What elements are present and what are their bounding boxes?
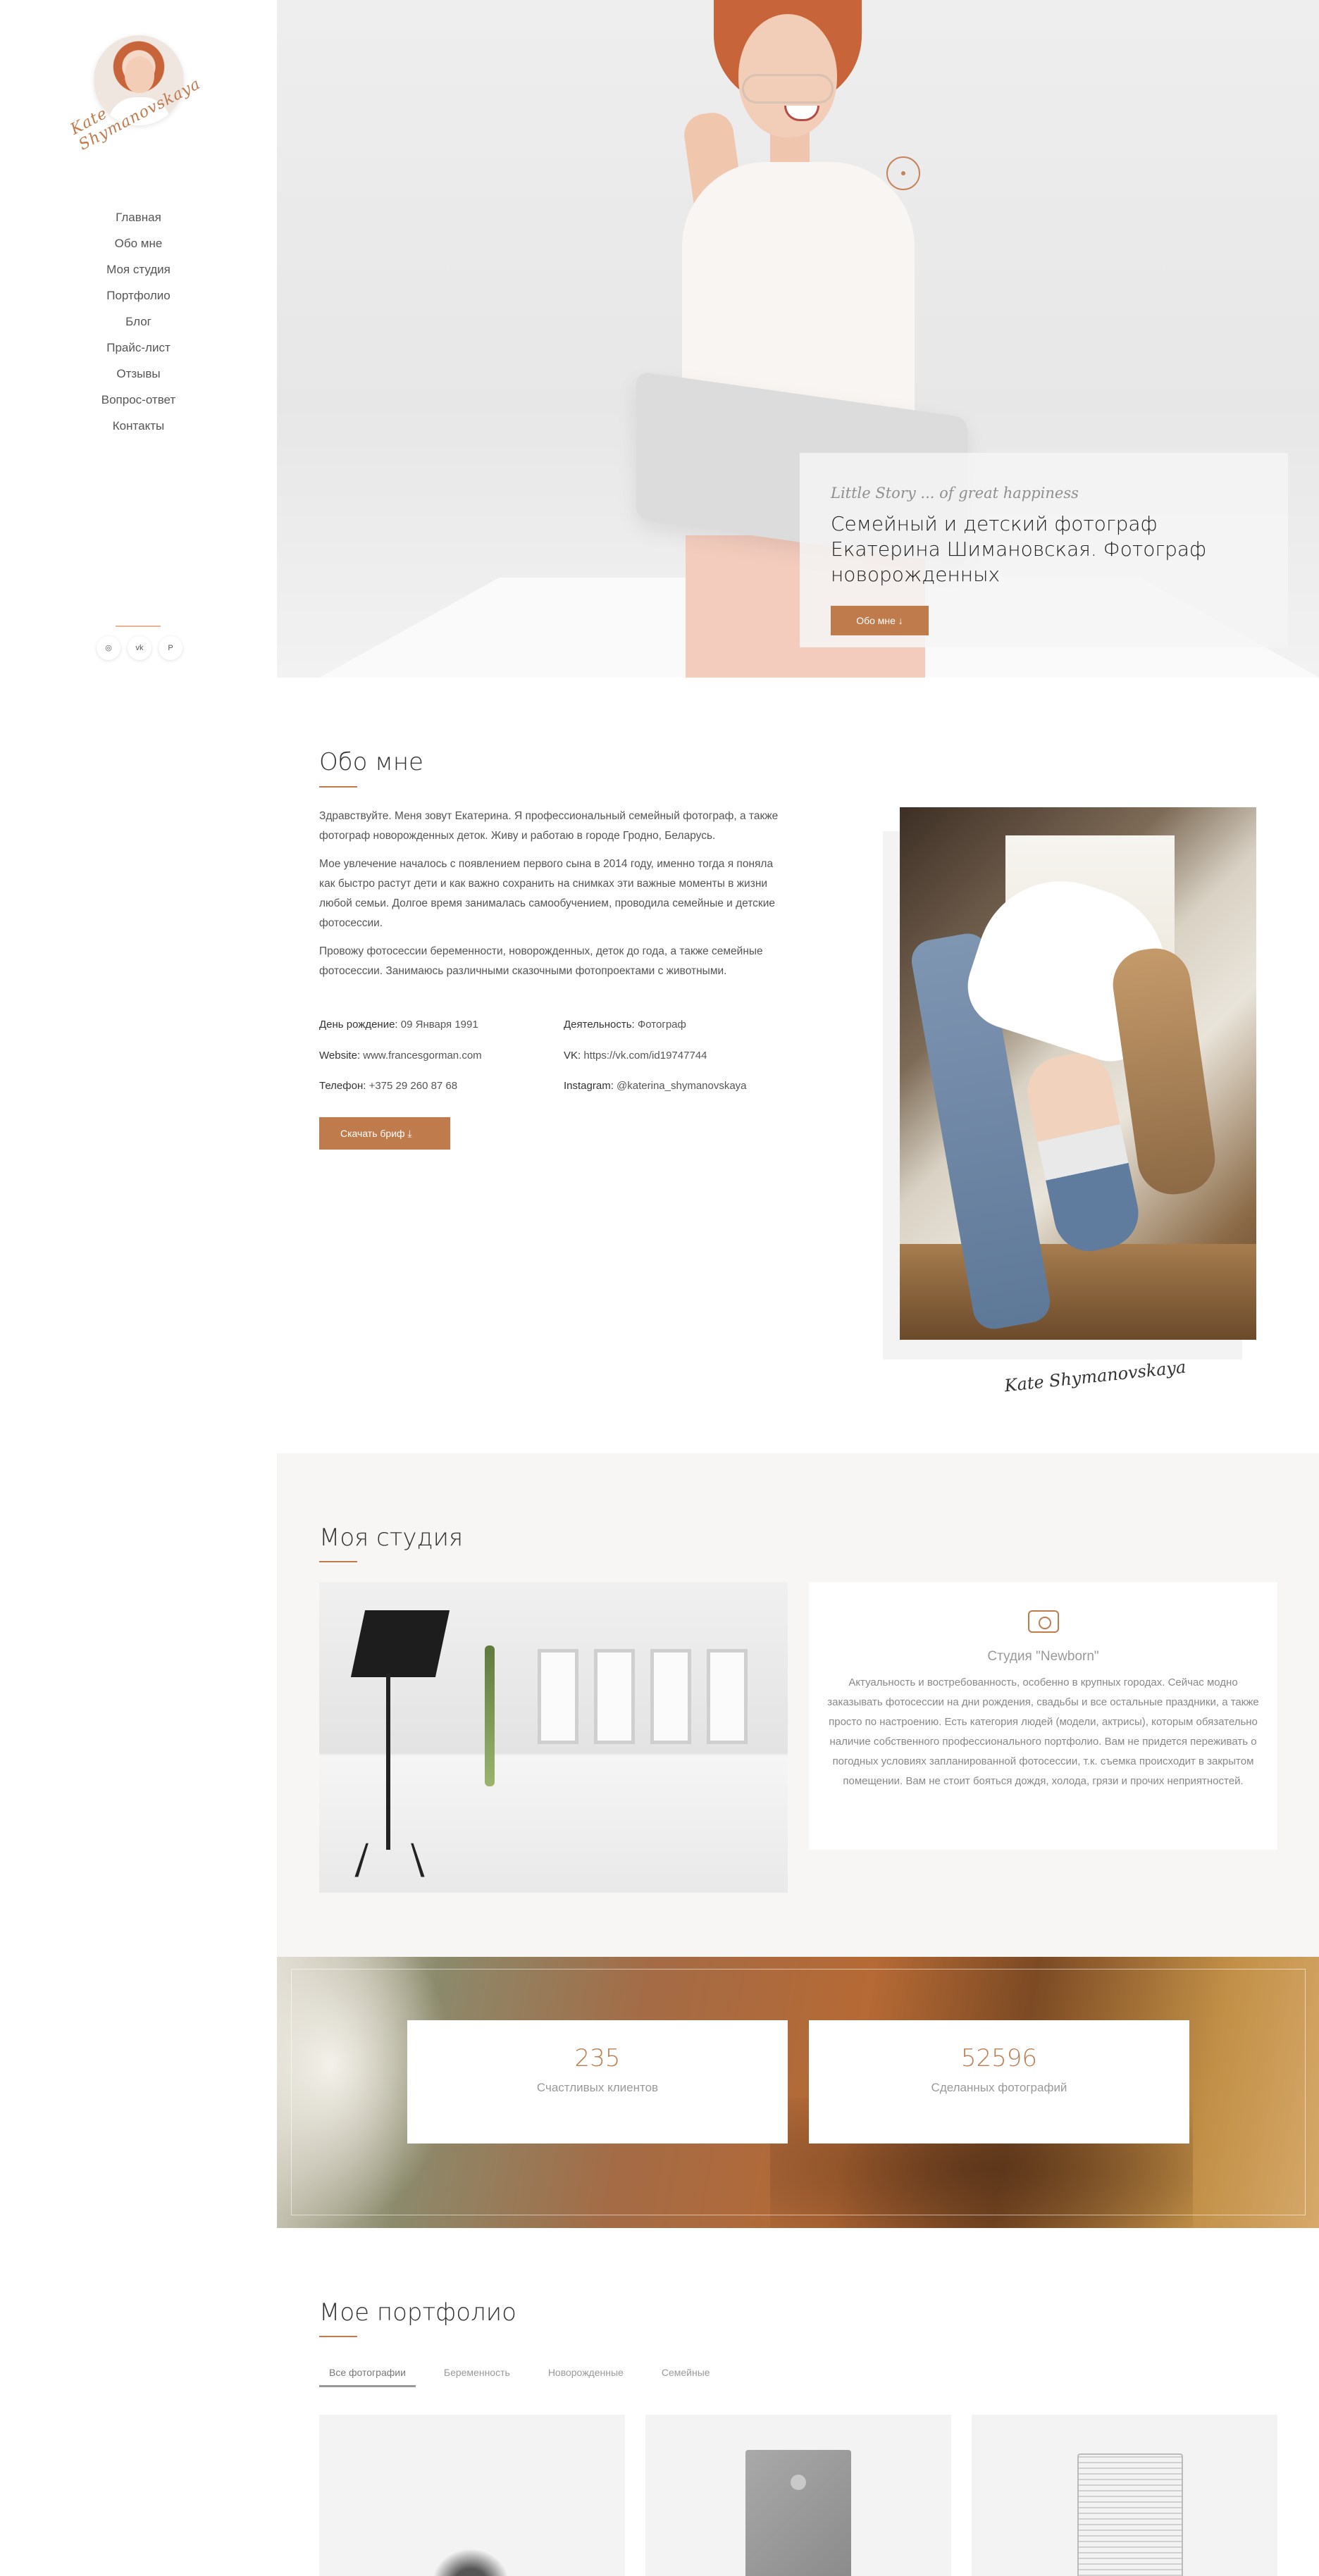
about-photo-floor: [900, 1244, 1256, 1340]
portfolio-item[interactable]: [972, 2415, 1277, 2576]
about-text: Здравствуйте. Меня зовут Екатерина. Я пр…: [319, 807, 784, 990]
about-signature: Kate Shymanovskaya: [1003, 1357, 1187, 1396]
studio-section-title: Моя студия: [319, 1524, 464, 1552]
portfolio-item[interactable]: [319, 2415, 625, 2576]
info-activity-label: Деятельность:: [564, 1019, 635, 1031]
camera-icon: [1027, 1610, 1059, 1633]
studio-photo-window: [594, 1649, 635, 1744]
hero-photo-glasses: [742, 74, 834, 104]
tab-newborns[interactable]: Новорожденные: [538, 2367, 633, 2387]
portfolio-title-underline: [319, 2336, 357, 2337]
website-link[interactable]: www.francesgorman.com: [363, 1050, 481, 1062]
info-phone: Телефон: +375 29 260 87 68: [319, 1080, 457, 1092]
stat-number: 52596: [960, 2044, 1038, 2072]
about-me-button[interactable]: Обо мне ↓: [831, 606, 929, 635]
social-divider: [116, 626, 161, 627]
portfolio-section-title: Мое портфолио: [319, 2298, 516, 2327]
download-brief-button[interactable]: Скачать бриф ⤓: [319, 1117, 450, 1150]
stat-card-photos: 52596 Сделанных фотографий: [809, 2020, 1189, 2143]
stat-label: Счастливых клиентов: [536, 2081, 659, 2094]
portfolio-item[interactable]: [645, 2415, 951, 2576]
hero-section: Little Story ... of great happiness Семе…: [277, 0, 1319, 678]
instagram-link[interactable]: @katerina_shymanovskaya: [617, 1080, 746, 1092]
nav-item-faq[interactable]: Вопрос-ответ: [0, 387, 277, 413]
studio-photo-window: [707, 1649, 748, 1744]
tab-family[interactable]: Семейные: [652, 2367, 720, 2387]
info-instagram: Instagram: @katerina_shymanovskaya: [564, 1080, 747, 1092]
info-website-label: Website:: [319, 1050, 361, 1062]
nav-item-pricelist[interactable]: Прайс-лист: [0, 335, 277, 361]
info-vk: VK: https://vk.com/id19747744: [564, 1050, 707, 1062]
portfolio-item-image: [432, 2549, 509, 2576]
studio-photo-window: [650, 1649, 691, 1744]
info-activity-value: Фотограф: [637, 1019, 686, 1031]
studio-photo-tripod: [354, 1843, 425, 1877]
about-section-title: Обо мне: [319, 748, 423, 776]
studio-photo-plant: [485, 1645, 495, 1786]
social-links: ◎ vk P: [97, 636, 182, 660]
tab-all-photos[interactable]: Все фотографии: [319, 2367, 416, 2387]
info-instagram-label: Instagram:: [564, 1080, 614, 1092]
hero-card: Little Story ... of great happiness Семе…: [800, 453, 1288, 647]
sidebar: Kate Shymanovskaya Главная Обо мне Моя с…: [0, 0, 277, 2576]
studio-card-text: Актуальность и востребованность, особенн…: [827, 1676, 1259, 1787]
main-nav: Главная Обо мне Моя студия Портфолио Бло…: [0, 204, 277, 439]
nav-item-about[interactable]: Обо мне: [0, 230, 277, 256]
studio-title-underline: [319, 1561, 357, 1562]
nav-item-home[interactable]: Главная: [0, 204, 277, 230]
portfolio-filter-tabs: Все фотографии Беременность Новорожденны…: [319, 2367, 720, 2387]
info-activity: Деятельность: Фотограф: [564, 1019, 686, 1031]
vk-icon[interactable]: vk: [128, 636, 151, 660]
studio-card-title: Студия "Newborn": [987, 1649, 1099, 1664]
studio-photo-stand: [386, 1674, 390, 1850]
studio-photo-softbox: [350, 1610, 450, 1677]
studio-photo: [319, 1582, 788, 1893]
phone-link[interactable]: +375 29 260 87 68: [369, 1080, 458, 1092]
info-birthday-label: День рождение:: [319, 1019, 398, 1031]
vk-link[interactable]: https://vk.com/id19747744: [583, 1050, 707, 1062]
stat-number: 235: [574, 2044, 621, 2072]
about-title-underline: [319, 786, 357, 788]
stat-label: Сделанных фотографий: [931, 2081, 1067, 2094]
about-paragraph: Провожу фотосессии беременности, новорож…: [319, 945, 763, 977]
info-birthday: День рождение: 09 Января 1991: [319, 1019, 478, 1031]
info-birthday-value: 09 Января 1991: [400, 1019, 478, 1031]
hotspot-icon[interactable]: [886, 156, 920, 190]
studio-card: Студия "Newborn" Актуальность и востребо…: [809, 1582, 1277, 1850]
about-photo: [900, 807, 1256, 1340]
portfolio-item-image: [745, 2450, 851, 2576]
pinterest-icon[interactable]: P: [159, 636, 182, 660]
nav-item-portfolio[interactable]: Портфолио: [0, 282, 277, 309]
info-website: Website: www.francesgorman.com: [319, 1050, 482, 1062]
nav-item-studio[interactable]: Моя студия: [0, 256, 277, 282]
nav-item-contacts[interactable]: Контакты: [0, 413, 277, 439]
nav-item-reviews[interactable]: Отзывы: [0, 361, 277, 387]
nav-item-blog[interactable]: Блог: [0, 309, 277, 335]
about-paragraph: Мое увлечение началось с появлением перв…: [319, 858, 775, 929]
info-phone-label: Телефон:: [319, 1080, 366, 1092]
info-vk-label: VK:: [564, 1050, 581, 1062]
hero-script-tagline: Little Story ... of great happiness: [831, 485, 1079, 502]
hero-title: Семейный и детский фотограф Екатерина Ши…: [831, 512, 1206, 586]
tab-pregnancy[interactable]: Беременность: [434, 2367, 520, 2387]
stat-card-clients: 235 Счастливых клиентов: [407, 2020, 788, 2143]
instagram-icon[interactable]: ◎: [97, 636, 120, 660]
studio-photo-window: [538, 1649, 578, 1744]
about-paragraph: Здравствуйте. Меня зовут Екатерина. Я пр…: [319, 810, 779, 842]
portfolio-item-image: [1077, 2453, 1183, 2576]
